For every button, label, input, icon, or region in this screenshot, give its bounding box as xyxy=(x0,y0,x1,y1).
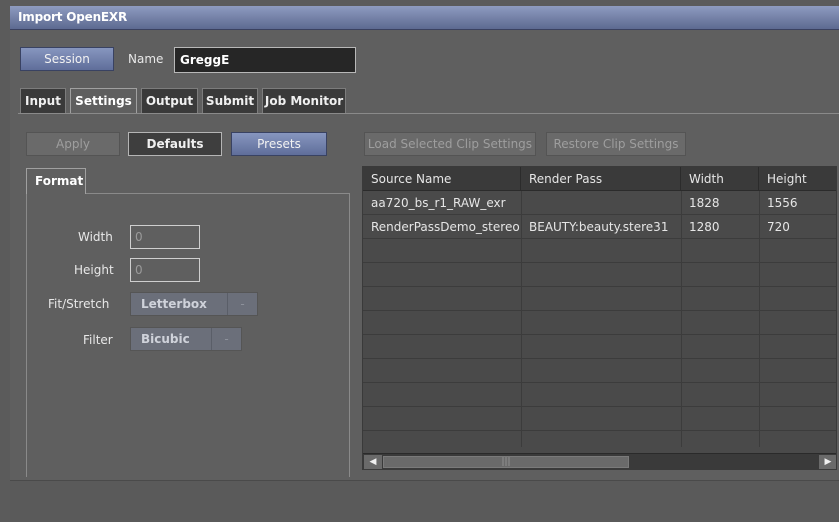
tab-job-monitor[interactable]: Job Monitor xyxy=(262,88,346,114)
filter-value: Bicubic xyxy=(141,332,190,346)
cell-source-name: aa720_bs_r1_RAW_exr xyxy=(371,196,506,210)
table-row[interactable]: RenderPassDemo_stereo BEAUTY:beauty.ster… xyxy=(363,215,836,239)
apply-button[interactable]: Apply xyxy=(26,132,120,156)
tab-settings[interactable]: Settings xyxy=(70,88,137,114)
fit-stretch-dropdown[interactable]: Letterbox - xyxy=(130,292,258,316)
window-title: Import OpenEXR xyxy=(18,10,127,24)
horizontal-scrollbar[interactable]: ◀ ||| ▶ xyxy=(363,453,836,469)
table-row-empty xyxy=(363,311,836,335)
column-header-source-name[interactable]: Source Name xyxy=(363,167,521,191)
table-row-empty xyxy=(363,431,836,455)
chevron-down-icon: - xyxy=(227,293,257,315)
table-row-empty xyxy=(363,335,836,359)
table-row-empty xyxy=(363,407,836,431)
footer xyxy=(10,480,839,522)
scroll-right-icon[interactable]: ▶ xyxy=(819,455,836,469)
tab-output[interactable]: Output xyxy=(141,88,198,114)
cell-height: 1556 xyxy=(767,196,798,210)
table-row-empty xyxy=(363,287,836,311)
column-divider xyxy=(681,191,682,447)
name-input[interactable]: GreggE xyxy=(174,47,356,73)
session-button[interactable]: Session xyxy=(20,47,114,71)
table-row-empty xyxy=(363,263,836,287)
filter-label: Filter xyxy=(83,333,113,347)
column-divider xyxy=(521,191,522,447)
restore-clip-settings-button[interactable]: Restore Clip Settings xyxy=(546,132,686,156)
name-label: Name xyxy=(128,52,164,66)
defaults-button[interactable]: Defaults xyxy=(128,132,222,156)
cell-source-name: RenderPassDemo_stereo xyxy=(371,220,520,234)
chevron-down-icon: - xyxy=(211,328,241,350)
scroll-thumb[interactable]: ||| xyxy=(383,456,629,468)
table-row-empty xyxy=(363,239,836,263)
table-row[interactable]: aa720_bs_r1_RAW_exr 1828 1556 xyxy=(363,191,836,215)
cell-width: 1280 xyxy=(689,220,720,234)
column-header-width[interactable]: Width xyxy=(681,167,759,191)
filter-dropdown[interactable]: Bicubic - xyxy=(130,327,242,351)
format-tab[interactable]: Format xyxy=(26,168,86,194)
load-selected-clip-settings-button[interactable]: Load Selected Clip Settings xyxy=(364,132,536,156)
title-bar: Import OpenEXR xyxy=(10,6,839,30)
width-label: Width xyxy=(78,230,113,244)
width-field[interactable]: 0 xyxy=(130,225,200,249)
table-row-empty xyxy=(363,359,836,383)
tab-input[interactable]: Input xyxy=(20,88,66,114)
fit-stretch-value: Letterbox xyxy=(141,297,207,311)
column-header-render-pass[interactable]: Render Pass xyxy=(521,167,681,191)
scroll-left-icon[interactable]: ◀ xyxy=(364,455,382,469)
fit-stretch-label: Fit/Stretch xyxy=(48,297,110,311)
table-row-empty xyxy=(363,383,836,407)
cell-render-pass: BEAUTY:beauty.stere31 xyxy=(529,220,669,234)
cell-width: 1828 xyxy=(689,196,720,210)
height-label: Height xyxy=(74,263,114,277)
height-field[interactable]: 0 xyxy=(130,258,200,282)
column-divider xyxy=(759,191,760,447)
cell-render-pass xyxy=(521,191,681,215)
presets-button[interactable]: Presets xyxy=(231,132,327,156)
cell-height: 720 xyxy=(767,220,790,234)
tab-submit[interactable]: Submit xyxy=(202,88,258,114)
column-header-height[interactable]: Height xyxy=(759,167,836,191)
clip-table: Source Name Render Pass Width Height aa7… xyxy=(362,166,837,470)
table-header: Source Name Render Pass Width Height xyxy=(363,167,836,191)
